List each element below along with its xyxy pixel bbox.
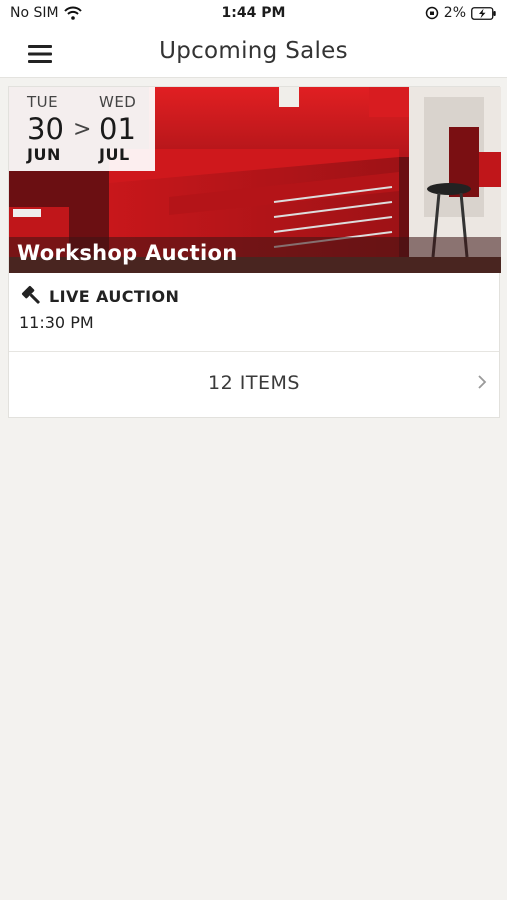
date-separator: > (73, 117, 92, 142)
end-dow: WED (99, 93, 137, 111)
items-row[interactable]: 12 ITEMS (9, 352, 499, 418)
nav-bar: Upcoming Sales (0, 28, 507, 78)
start-day: 30 (27, 112, 64, 146)
sale-type-label: LIVE AUCTION (49, 286, 180, 306)
end-month: JUL (99, 145, 130, 164)
gavel-icon (21, 285, 40, 304)
end-date: WED 01 JUL (99, 93, 136, 164)
sale-time: 11:30 PM (19, 313, 94, 332)
battery-percent: 2% (443, 5, 466, 21)
sale-hero-image[interactable]: TUE 30 JUN > WED 01 JUL Workshop Auction (9, 87, 501, 273)
sale-type-row: LIVE AUCTION (21, 285, 179, 307)
orientation-lock-icon (425, 6, 439, 20)
battery-charging-icon (471, 6, 496, 20)
start-month: JUN (27, 145, 61, 164)
end-day: 01 (99, 112, 136, 146)
status-bar: No SIM 1:44 PM 2% (0, 0, 507, 28)
sale-date-range: TUE 30 JUN > WED 01 JUL (9, 87, 155, 171)
start-date: TUE 30 JUN (27, 93, 64, 164)
sale-card[interactable]: TUE 30 JUN > WED 01 JUL Workshop Auction… (8, 86, 501, 418)
items-count-label: 12 ITEMS (208, 372, 300, 394)
start-dow: TUE (27, 93, 59, 111)
chevron-right-icon (478, 375, 487, 389)
sale-title[interactable]: Workshop Auction (17, 241, 237, 265)
page-title: Upcoming Sales (159, 38, 348, 64)
status-right: 2% (425, 5, 497, 21)
